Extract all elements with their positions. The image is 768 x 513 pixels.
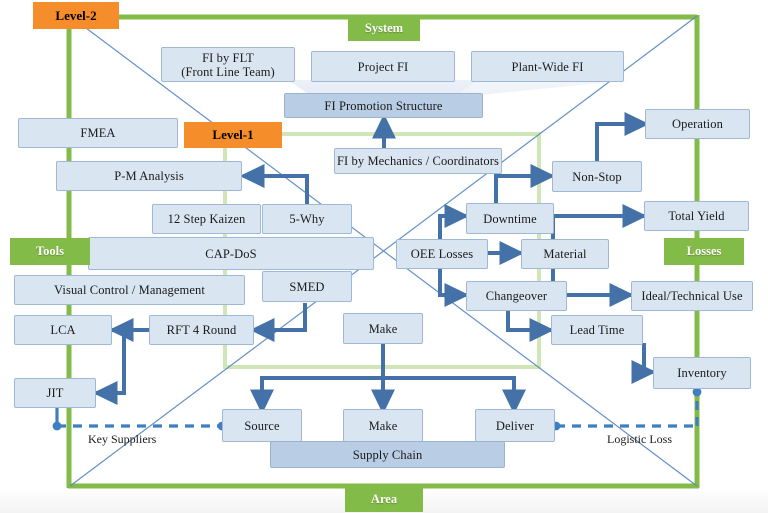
node-fi-by-mechanics: FI by Mechanics / Coordinators [334, 148, 502, 174]
node-oee-losses: OEE Losses [396, 239, 488, 269]
node-changeover-text: Changeover [485, 289, 548, 303]
level-2-label: Level-2 [33, 2, 119, 29]
diagram-canvas: System Tools Losses Area Level-2 Level-1… [0, 0, 768, 513]
arrow-leadtime-to-inventory [631, 343, 657, 384]
node-project-fi-text: Project FI [357, 59, 409, 74]
node-oee-losses-text: OEE Losses [410, 247, 474, 261]
node-lca: LCA [14, 315, 112, 345]
node-fmea: FMEA [18, 118, 178, 148]
node-lca-text: LCA [50, 323, 76, 337]
node-fi-by-flt-line1: FI by FLT [202, 50, 254, 65]
arrow-material-to-totalyield [551, 204, 648, 240]
node-ideal-technical-use: Ideal/Technical Use [631, 281, 753, 311]
node-changeover: Changeover [466, 281, 567, 311]
node-5-why-text: 5-Why [289, 212, 325, 226]
node-smed-text: SMED [289, 279, 325, 294]
node-12-step-kaizen: 12 Step Kaizen [152, 204, 261, 234]
node-downtime-text: Downtime [483, 211, 537, 226]
node-fi-by-mechanics-text: FI by Mechanics / Coordinators [336, 154, 499, 168]
node-operation-text: Operation [672, 117, 723, 131]
node-pm-analysis: P-M Analysis [56, 161, 242, 191]
node-supply-chain-text: Supply Chain [352, 447, 423, 462]
node-lead-time-text: Lead Time [569, 323, 625, 337]
frame-label-area: Area [345, 487, 423, 512]
node-cap-dos: CAP-DoS [88, 237, 374, 270]
frame-label-tools-text: Tools [35, 244, 65, 258]
node-material: Material [521, 239, 609, 269]
node-fmea-text: FMEA [80, 126, 116, 140]
level-1-label-text: Level-1 [212, 127, 254, 142]
node-rft-4-round-text: RFT 4 Round [166, 323, 237, 337]
arrow-changeover-to-leadtime [506, 308, 555, 342]
node-operation: Operation [645, 109, 750, 139]
node-project-fi: Project FI [311, 51, 455, 82]
node-total-yield: Total Yield [644, 201, 749, 231]
node-jit-text: JIT [46, 386, 64, 400]
arrow-downtime-to-nonstop [494, 164, 556, 203]
node-5-why: 5-Why [262, 204, 352, 234]
node-fi-promotion-structure-text: FI Promotion Structure [324, 98, 443, 113]
node-plant-wide-fi-text: Plant-Wide FI [511, 59, 584, 74]
frame-label-system: System [348, 16, 420, 41]
annotation-key-suppliers: Key Suppliers [88, 432, 156, 447]
frame-label-tools: Tools [10, 238, 90, 265]
arrow-nonstop-to-operation [595, 112, 650, 161]
node-fi-promotion-structure: FI Promotion Structure [284, 93, 483, 118]
node-non-stop: Non-Stop [552, 161, 642, 192]
frame-label-area-text: Area [370, 492, 398, 506]
node-rft-4-round: RFT 4 Round [149, 315, 254, 345]
frame-label-system-text: System [364, 21, 404, 35]
frame-label-losses: Losses [664, 238, 744, 265]
node-non-stop-text: Non-Stop [572, 169, 622, 184]
node-material-text: Material [543, 247, 587, 261]
node-inventory: Inventory [653, 357, 751, 389]
node-jit: JIT [14, 378, 96, 408]
annotation-key-suppliers-text: Key Suppliers [88, 432, 157, 446]
node-cap-dos-text: CAP-DoS [205, 246, 257, 261]
level-1-label: Level-1 [184, 122, 282, 148]
annotation-logistic-loss-text: Logistic Loss [607, 432, 672, 446]
node-visual-control-text: Visual Control / Management [54, 283, 205, 297]
annotation-logistic-loss: Logistic Loss [607, 432, 672, 447]
node-smed: SMED [262, 271, 352, 302]
node-deliver-text: Deliver [495, 418, 535, 433]
node-make-left: Make [343, 313, 423, 344]
frame-label-losses-text: Losses [686, 244, 722, 258]
node-supply-chain: Supply Chain [270, 441, 505, 468]
level-2-label-text: Level-2 [55, 7, 97, 23]
node-deliver: Deliver [475, 409, 555, 442]
node-ideal-technical-use-text: Ideal/Technical Use [641, 289, 743, 303]
node-source: Source [222, 409, 302, 442]
arrow-5why-to-pm [239, 164, 309, 205]
node-make-left-text: Make [368, 321, 398, 336]
node-downtime: Downtime [466, 203, 554, 234]
node-fi-by-flt: FI by FLT (Front Line Team) [161, 47, 295, 82]
node-lead-time: Lead Time [551, 315, 643, 345]
node-make-chain-text: Make [368, 418, 398, 433]
node-total-yield-text: Total Yield [668, 209, 725, 223]
arrow-make-bus [250, 343, 526, 415]
node-source-text: Source [244, 418, 280, 433]
node-visual-control: Visual Control / Management [14, 275, 245, 305]
arrow-oee-to-changeover [438, 266, 470, 307]
arrow-smed-to-rft [249, 303, 307, 342]
node-fi-by-flt-line2: (Front Line Team) [181, 64, 275, 79]
node-12-step-kaizen-text: 12 Step Kaizen [167, 212, 246, 226]
node-inventory-text: Inventory [677, 366, 727, 380]
node-make-chain: Make [343, 409, 423, 442]
arrow-oee-to-downtime [438, 204, 470, 240]
node-plant-wide-fi: Plant-Wide FI [471, 51, 624, 82]
node-pm-analysis-text: P-M Analysis [114, 169, 184, 183]
